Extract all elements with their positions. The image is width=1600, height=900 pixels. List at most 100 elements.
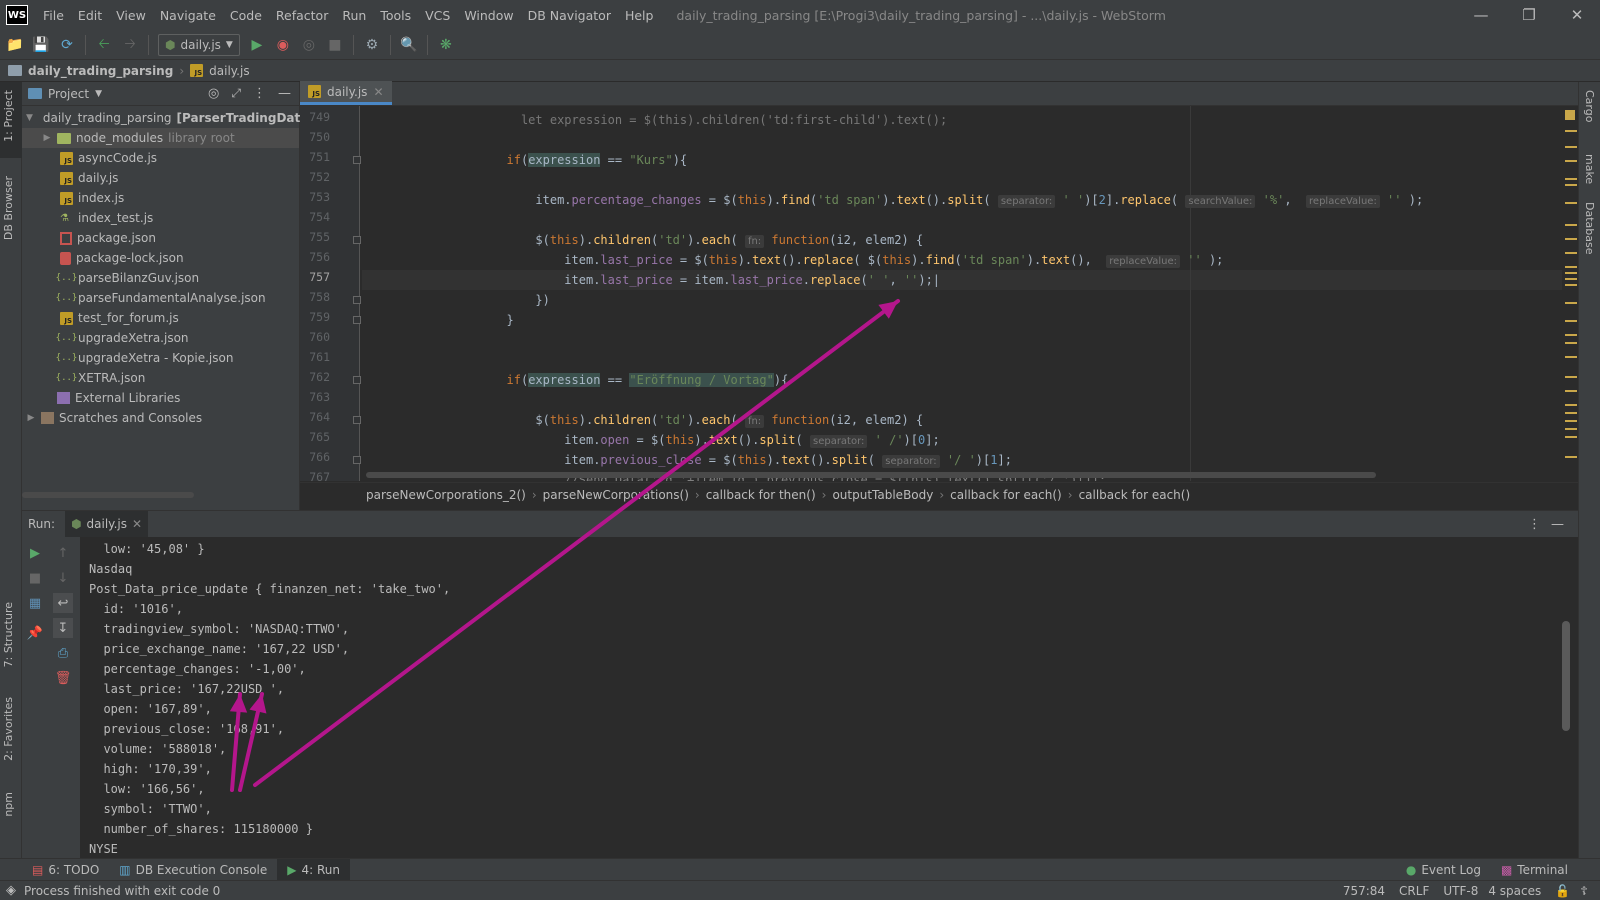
fold-marker-icon[interactable]: [353, 456, 361, 464]
pin-icon[interactable]: 📌: [25, 623, 45, 643]
code-editor[interactable]: JS daily.js ✕ 749 750 751 752 753 754 75…: [300, 81, 1578, 510]
clear-all-icon[interactable]: 🗑: [53, 668, 73, 688]
scroll-to-end-icon[interactable]: ↧: [53, 618, 73, 638]
tab-todo[interactable]: ▤ 6: TODO: [22, 859, 109, 881]
indent-setting[interactable]: 4 spaces: [1488, 884, 1541, 898]
cargo-tool-tab[interactable]: Cargo: [1583, 90, 1596, 122]
tab-event-log[interactable]: ● Event Log: [1396, 859, 1491, 881]
tab-daily-js[interactable]: JS daily.js ✕: [300, 81, 392, 105]
menu-code[interactable]: Code: [223, 8, 269, 23]
tree-item-node-modules[interactable]: ▶ node_modules library root: [22, 128, 299, 148]
tree-item-package-lock[interactable]: package-lock.json: [22, 248, 299, 268]
project-tool-tab[interactable]: 1: Project: [2, 90, 15, 142]
search-icon[interactable]: 🔍: [398, 34, 420, 56]
minimize-icon[interactable]: —: [1458, 0, 1504, 30]
tree-item-parsefundamental[interactable]: {..} parseFundamentalAnalyse.json: [22, 288, 299, 308]
menu-edit[interactable]: Edit: [71, 8, 109, 23]
restore-layout-icon[interactable]: ▦: [25, 593, 45, 613]
tree-item-scratches[interactable]: ▶ Scratches and Consoles: [22, 408, 299, 428]
line-separator[interactable]: CRLF: [1399, 884, 1429, 898]
fold-marker-icon[interactable]: [353, 296, 361, 304]
tree-root[interactable]: ▼ daily_trading_parsing [ParserTradingDa…: [22, 108, 330, 128]
close-tab-icon[interactable]: ✕: [132, 517, 142, 531]
menu-vcs[interactable]: VCS: [418, 8, 457, 23]
crumb[interactable]: parseNewCorporations_2(): [366, 488, 526, 502]
tab-db-execution-console[interactable]: ▥ DB Execution Console: [109, 859, 277, 881]
run-tab-daily-js[interactable]: ⬢ daily.js ✕: [65, 511, 149, 537]
locate-target-icon[interactable]: ◎: [208, 86, 219, 101]
open-folder-icon[interactable]: 📁: [4, 34, 26, 56]
vcs-bug-icon[interactable]: ❋: [435, 34, 457, 56]
tree-item-asynccode[interactable]: JS asyncCode.js: [22, 148, 299, 168]
crumb[interactable]: callback for then(): [706, 488, 816, 502]
nav-file[interactable]: daily.js: [209, 64, 249, 78]
print-icon[interactable]: ⎙: [53, 643, 73, 663]
nav-project[interactable]: daily_trading_parsing: [28, 64, 173, 78]
fold-marker-icon[interactable]: [353, 236, 361, 244]
expand-arrow-icon[interactable]: ▶: [26, 413, 36, 423]
rerun-icon[interactable]: ▶: [25, 543, 45, 563]
soft-wrap-icon[interactable]: ↩: [53, 593, 73, 613]
database-tool-tab[interactable]: Database: [1583, 202, 1596, 255]
structure-tool-tab[interactable]: 7: Structure: [2, 602, 15, 667]
menu-view[interactable]: View: [109, 8, 153, 23]
menu-navigate[interactable]: Navigate: [153, 8, 223, 23]
settings-gear-icon[interactable]: ⚙: [361, 34, 383, 56]
more-options-icon[interactable]: ⋮: [1528, 517, 1541, 532]
menu-tools[interactable]: Tools: [373, 8, 418, 23]
caret-position[interactable]: 757:84: [1343, 884, 1385, 898]
collapse-all-icon[interactable]: ⤢: [231, 86, 241, 101]
tree-item-external-libraries[interactable]: External Libraries: [22, 388, 299, 408]
stop-icon[interactable]: ■: [25, 568, 45, 588]
notifications-icon[interactable]: ☦: [1580, 884, 1588, 898]
expand-arrow-icon[interactable]: ▼: [26, 113, 33, 123]
fold-marker-icon[interactable]: [353, 376, 361, 384]
run-config-select[interactable]: ⬢ daily.js ▼: [158, 33, 240, 56]
readonly-lock-icon[interactable]: 🔓: [1555, 884, 1570, 898]
hide-panel-icon[interactable]: —: [1551, 517, 1564, 532]
code-area[interactable]: let expression = $(this).children('td:fi…: [362, 106, 1562, 481]
db-browser-tool-tab[interactable]: DB Browser: [2, 176, 15, 240]
tree-item-index-test[interactable]: ⚗ index_test.js: [22, 208, 299, 228]
sync-icon[interactable]: ⟳: [56, 34, 78, 56]
make-tool-tab[interactable]: make: [1583, 154, 1596, 184]
menu-help[interactable]: Help: [618, 8, 661, 23]
tree-item-package-json[interactable]: package.json: [22, 228, 299, 248]
favorites-tool-tab[interactable]: 2: Favorites: [2, 697, 15, 761]
fold-marker-icon[interactable]: [353, 416, 361, 424]
tree-item-parsebilanzguv[interactable]: {..} parseBilanzGuv.json: [22, 268, 299, 288]
stop-icon[interactable]: ■: [324, 34, 346, 56]
tree-item-test-for-forum[interactable]: JS test_for_forum.js: [22, 308, 299, 328]
crumb[interactable]: callback for each(): [1079, 488, 1191, 502]
expand-arrow-icon[interactable]: ▶: [42, 133, 52, 143]
tab-run[interactable]: ▶ 4: Run: [277, 858, 351, 881]
coverage-icon[interactable]: ◎: [298, 34, 320, 56]
scroll-up-icon[interactable]: ↑: [53, 543, 73, 563]
debug-icon[interactable]: ◉: [272, 34, 294, 56]
crumb[interactable]: callback for each(): [950, 488, 1062, 502]
npm-tool-tab[interactable]: npm: [2, 792, 15, 817]
warning-icon[interactable]: [1565, 110, 1575, 120]
tree-item-upgradexetra-kopie[interactable]: {..} upgradeXetra - Kopie.json: [22, 348, 299, 368]
status-icon[interactable]: ◈: [6, 883, 16, 898]
tree-item-upgradexetra[interactable]: {..} upgradeXetra.json: [22, 328, 299, 348]
menu-refactor[interactable]: Refactor: [269, 8, 335, 23]
forward-arrow-icon[interactable]: 🡢: [119, 34, 141, 56]
crumb[interactable]: outputTableBody: [832, 488, 933, 502]
tree-item-daily[interactable]: JS daily.js: [22, 168, 299, 188]
hide-panel-icon[interactable]: —: [278, 86, 291, 101]
save-icon[interactable]: 💾: [30, 34, 52, 56]
project-view-select[interactable]: Project: [48, 87, 89, 101]
tree-item-index[interactable]: JS index.js: [22, 188, 299, 208]
close-window-icon[interactable]: ✕: [1554, 0, 1600, 30]
maximize-icon[interactable]: ❐: [1506, 0, 1552, 30]
tab-terminal[interactable]: ▩ Terminal: [1491, 859, 1578, 881]
chevron-down-icon[interactable]: ▼: [95, 89, 102, 99]
menu-run[interactable]: Run: [335, 8, 373, 23]
more-options-icon[interactable]: ⋮: [253, 86, 266, 101]
menu-db-navigator[interactable]: DB Navigator: [521, 8, 618, 23]
scroll-down-icon[interactable]: ↓: [53, 568, 73, 588]
fold-marker-icon[interactable]: [353, 156, 361, 164]
console-vscrollbar[interactable]: [1562, 621, 1570, 731]
console-output[interactable]: low: '45,08' } Nasdaq Post_Data_price_up…: [82, 537, 1562, 859]
